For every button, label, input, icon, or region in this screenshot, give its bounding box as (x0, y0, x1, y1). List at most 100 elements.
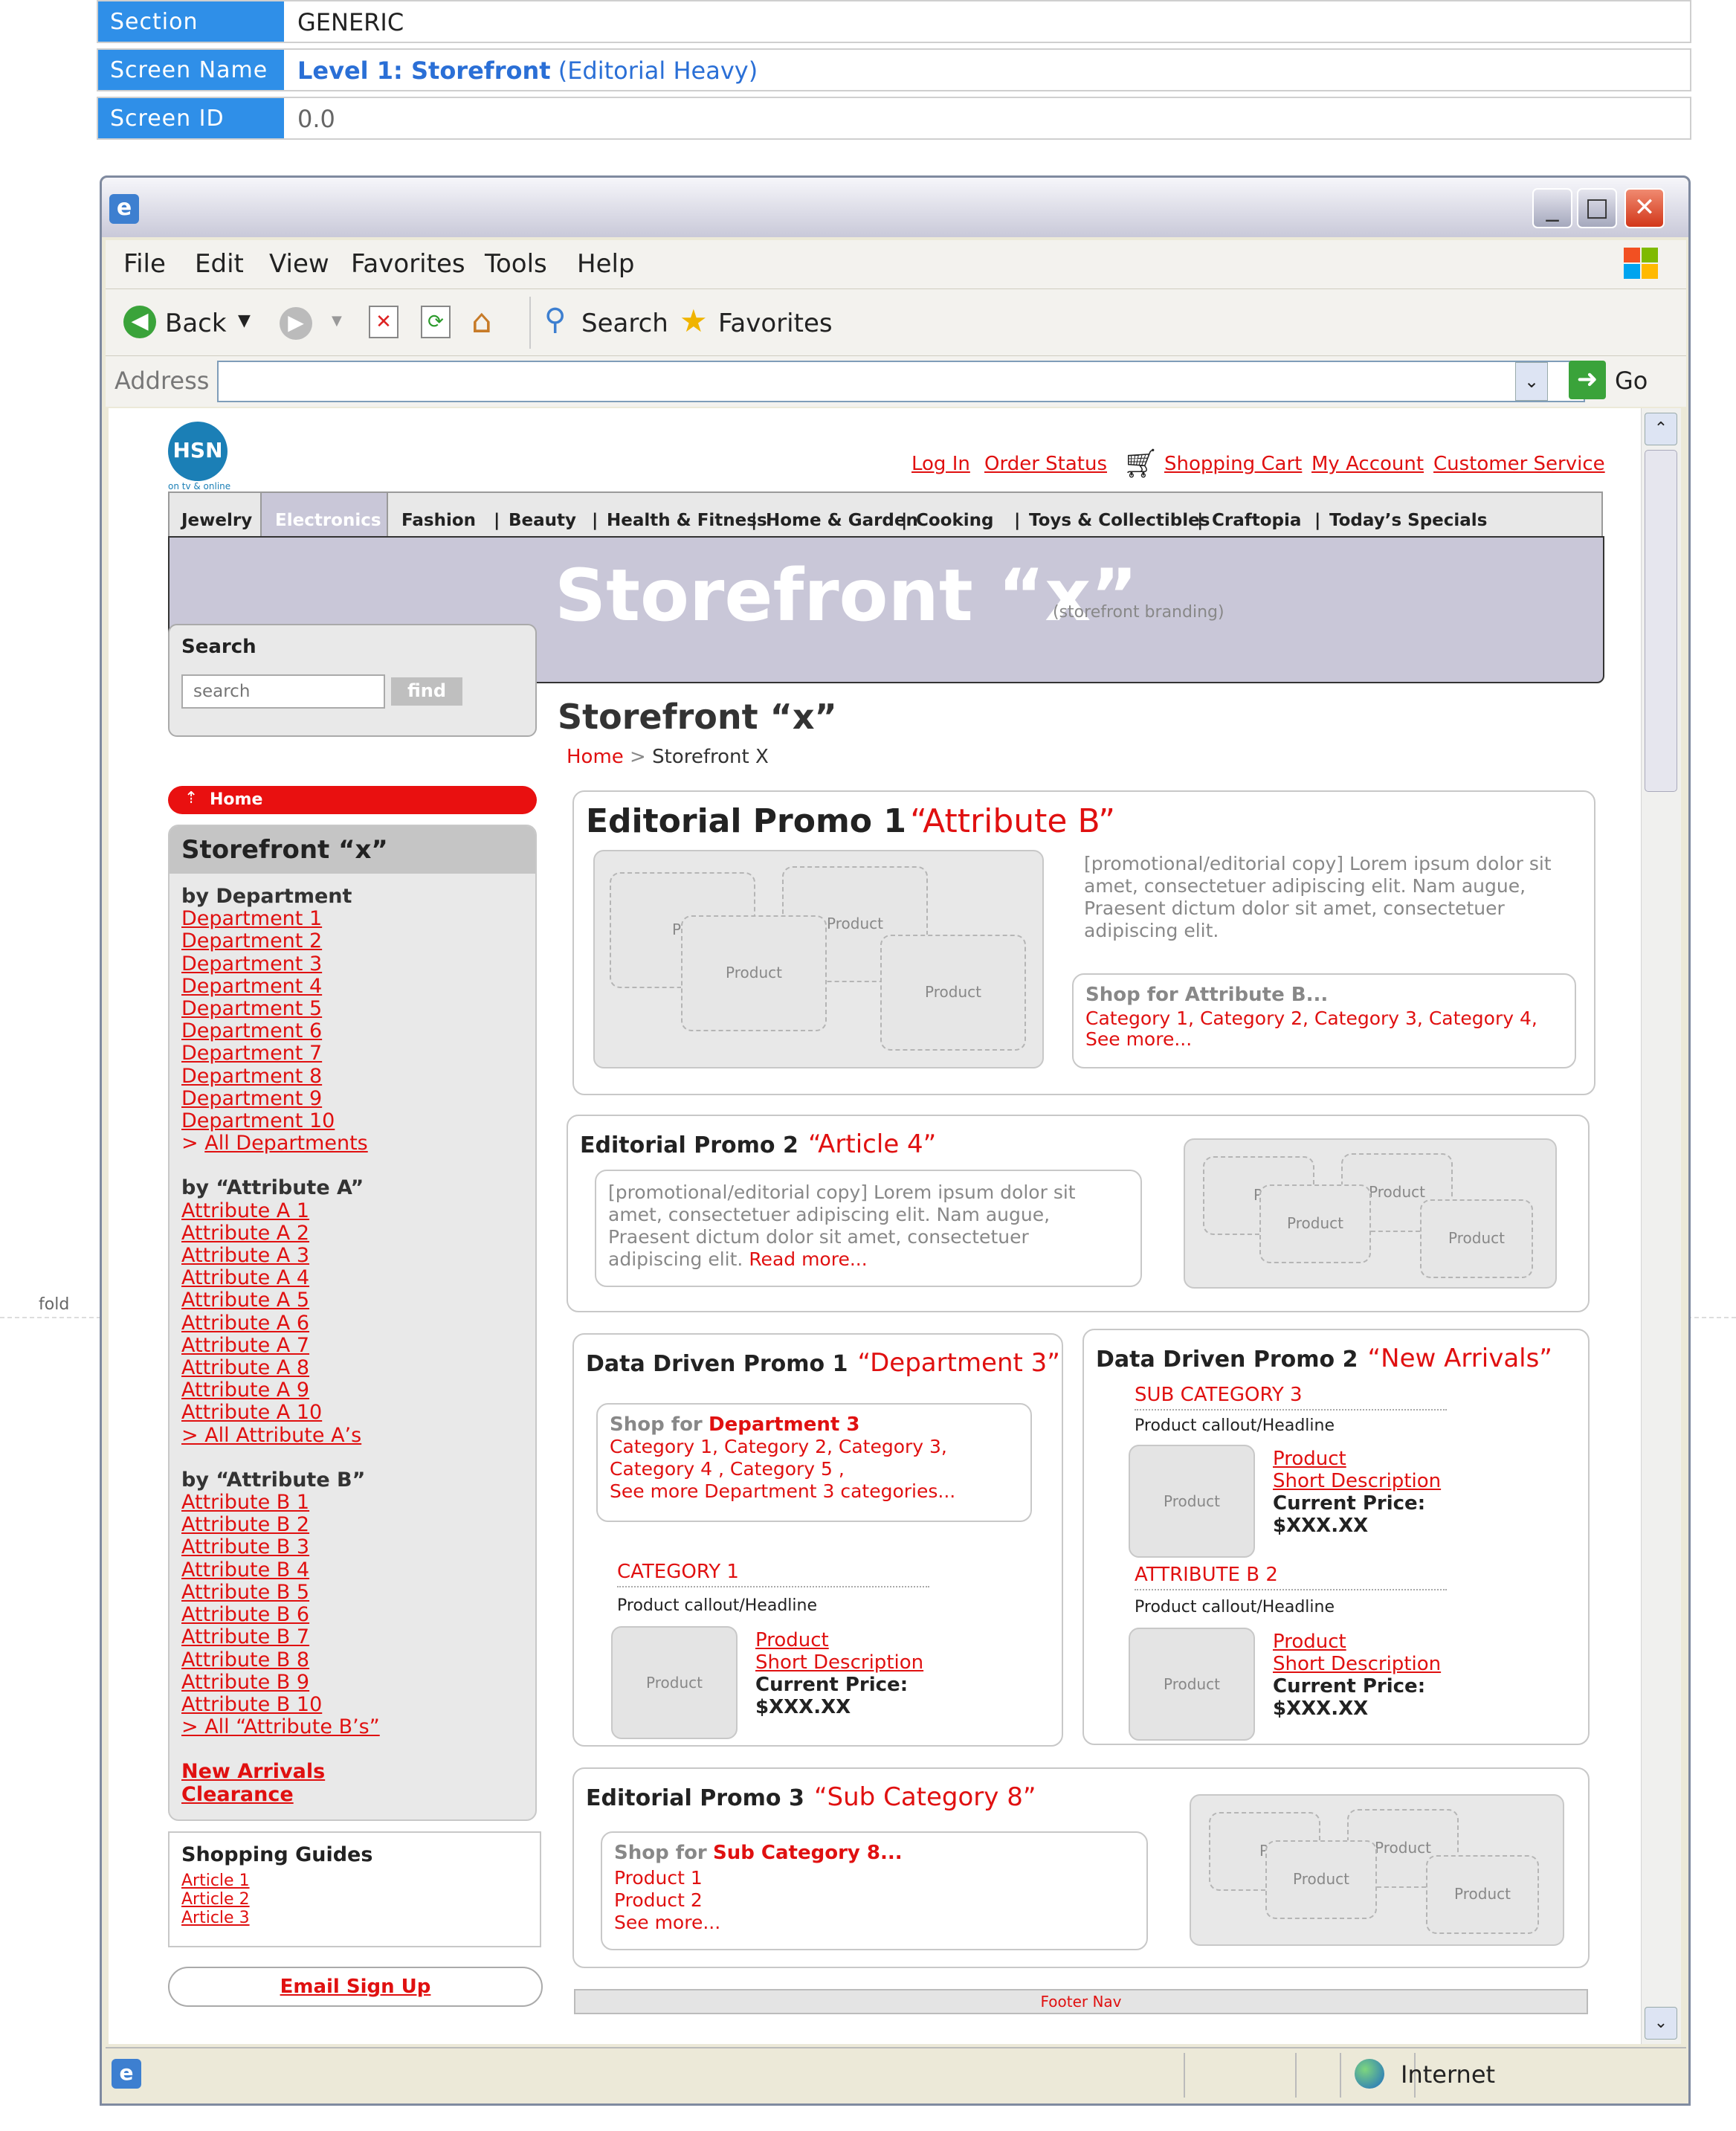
department-link[interactable]: Department 1 (181, 908, 380, 930)
attribute-a-link[interactable]: Attribute A 9 (181, 1379, 380, 1402)
product-tile[interactable]: Product (1420, 1199, 1533, 1278)
attribute-b-link[interactable]: Attribute B 4 (181, 1558, 380, 1582)
email-signup-button[interactable]: Email Sign Up (168, 1967, 543, 2007)
my-account-link[interactable]: My Account (1311, 453, 1424, 475)
promo3-product-1-link[interactable]: Product 1 (614, 1867, 720, 1889)
dd1-see-more-link[interactable]: See more Department 3 categories... (610, 1480, 955, 1503)
attribute-b-link[interactable]: Attribute B 1 (181, 1491, 380, 1514)
tab-home-garden[interactable]: Home & Garden (766, 511, 918, 530)
all-attribute-b-link[interactable]: > All “Attribute B’s” (181, 1715, 380, 1738)
favorites-button-label[interactable]: Favorites (718, 309, 833, 338)
menu-file[interactable]: File (123, 249, 166, 279)
forward-icon[interactable]: ▶ (280, 307, 312, 340)
dd1-product-image[interactable]: Product (611, 1626, 738, 1739)
dd1-categories-line-1[interactable]: Category 1, Category 2, Category 3, (610, 1436, 955, 1458)
dd1-shop-department-link[interactable]: Department 3 (709, 1413, 859, 1436)
article-link[interactable]: Article 1 (181, 1872, 250, 1890)
department-link[interactable]: Department 10 (181, 1109, 380, 1132)
scroll-up-icon[interactable]: ⌃ (1645, 413, 1677, 445)
dd2-product-link-2[interactable]: Product (1273, 1631, 1441, 1653)
go-arrow-icon[interactable]: ➜ (1569, 361, 1606, 399)
footer-nav[interactable]: Footer Nav (574, 1989, 1588, 2014)
maximize-button[interactable]: □ (1577, 188, 1617, 228)
attribute-b-link[interactable]: Attribute B 8 (181, 1648, 380, 1671)
tab-electronics[interactable]: Electronics (260, 491, 388, 541)
product-tile[interactable]: Product (880, 935, 1026, 1051)
department-link[interactable]: Department 7 (181, 1042, 380, 1065)
clearance-link[interactable]: Clearance (181, 1783, 380, 1806)
find-button[interactable]: find (391, 677, 462, 706)
scroll-down-icon[interactable]: ⌄ (1645, 2007, 1677, 2040)
refresh-icon[interactable]: ⟳ (421, 306, 451, 338)
tab-jewelry[interactable]: Jewelry (181, 511, 252, 530)
tab-craftopia[interactable]: Craftopia (1212, 511, 1301, 530)
department-link[interactable]: Department 9 (181, 1087, 380, 1110)
address-dropdown-icon[interactable]: ⌄ (1515, 362, 1548, 401)
attribute-b-link[interactable]: Attribute B 9 (181, 1671, 380, 1694)
all-departments-link[interactable]: All Departments (204, 1132, 368, 1155)
article-link[interactable]: Article 2 (181, 1890, 250, 1909)
product-tile[interactable]: Product (1259, 1184, 1371, 1263)
promo2-read-more-link[interactable]: Read more... (749, 1248, 867, 1270)
stop-icon[interactable]: ✕ (369, 306, 398, 338)
dd1-categories-line-2[interactable]: Category 4 , Category 5 , (610, 1458, 955, 1480)
tab-todays-specials[interactable]: Today’s Specials (1329, 511, 1487, 530)
dd2-short-description-link-1[interactable]: Short Description (1273, 1470, 1441, 1492)
department-link[interactable]: Department 6 (181, 1020, 380, 1042)
attribute-b-link[interactable]: Attribute B 3 (181, 1536, 380, 1558)
article-link[interactable]: Article 3 (181, 1909, 250, 1927)
promo1-category-links[interactable]: Category 1, Category 2, Category 3, Cate… (1085, 1008, 1537, 1029)
favorites-star-icon[interactable]: ★ (680, 303, 708, 339)
new-arrivals-link[interactable]: New Arrivals (181, 1761, 380, 1783)
hsn-logo[interactable]: HSN (168, 422, 228, 481)
close-button[interactable]: ✕ (1624, 188, 1665, 228)
attribute-b-link[interactable]: Attribute B 10 (181, 1693, 380, 1716)
menu-help[interactable]: Help (577, 249, 635, 279)
scroll-thumb[interactable] (1645, 450, 1677, 792)
dd2-attribute-label[interactable]: ATTRIBUTE B 2 (1135, 1564, 1278, 1586)
attribute-a-link[interactable]: Attribute A 8 (181, 1356, 380, 1379)
menu-view[interactable]: View (269, 249, 329, 279)
attribute-a-link[interactable]: Attribute A 4 (181, 1267, 380, 1289)
product-tile[interactable]: Product (681, 915, 827, 1031)
department-link[interactable]: Department 5 (181, 997, 380, 1020)
go-label[interactable]: Go (1615, 367, 1648, 395)
department-link[interactable]: Department 4 (181, 975, 380, 998)
promo3-product-2-link[interactable]: Product 2 (614, 1889, 720, 1912)
menu-tools[interactable]: Tools (485, 249, 547, 279)
dd2-subcategory-label[interactable]: SUB CATEGORY 3 (1135, 1384, 1303, 1406)
tab-health-fitness[interactable]: Health & Fitness (607, 511, 767, 530)
search-icon[interactable]: ⚲ (544, 303, 566, 337)
attribute-a-link[interactable]: Attribute A 2 (181, 1222, 380, 1245)
promo1-see-more-link[interactable]: See more... (1085, 1028, 1192, 1050)
department-link[interactable]: Department 2 (181, 930, 380, 952)
vertical-scrollbar[interactable]: ⌃ ⌄ (1641, 408, 1681, 2044)
dd2-product-link-1[interactable]: Product (1273, 1448, 1441, 1470)
dd1-product-link[interactable]: Product (755, 1629, 923, 1651)
home-icon[interactable]: ⌂ (471, 303, 492, 341)
back-dropdown-icon[interactable]: ▼ (238, 312, 251, 330)
tab-fashion[interactable]: Fashion (401, 511, 476, 530)
attribute-b-link[interactable]: Attribute B 2 (181, 1514, 380, 1536)
address-input[interactable] (217, 361, 1585, 402)
all-attribute-a-link[interactable]: > All Attribute A’s (181, 1424, 380, 1447)
attribute-b-link[interactable]: Attribute B 6 (181, 1603, 380, 1626)
home-pill-button[interactable]: ⇡ Home (168, 786, 537, 814)
tab-beauty[interactable]: Beauty (509, 511, 576, 530)
menu-edit[interactable]: Edit (195, 249, 244, 279)
attribute-a-link[interactable]: Attribute A 3 (181, 1244, 380, 1267)
shopping-cart-icon[interactable]: 🛒︎ (1123, 447, 1158, 480)
attribute-b-link[interactable]: Attribute B 7 (181, 1626, 380, 1648)
dd1-short-description-link[interactable]: Short Description (755, 1651, 923, 1674)
dd1-category-label[interactable]: CATEGORY 1 (617, 1561, 739, 1583)
search-button-label[interactable]: Search (581, 309, 668, 338)
attribute-a-link[interactable]: Attribute A 5 (181, 1289, 380, 1312)
tab-toys-collectibles[interactable]: Toys & Collectibles (1029, 511, 1210, 530)
dd2-product-image-1[interactable]: Product (1129, 1445, 1255, 1558)
customer-service-link[interactable]: Customer Service (1433, 453, 1605, 475)
breadcrumb-home-link[interactable]: Home (567, 746, 624, 768)
tab-cooking[interactable]: Cooking (916, 511, 994, 530)
search-input[interactable] (181, 674, 385, 709)
menu-favorites[interactable]: Favorites (351, 249, 465, 279)
dd2-short-description-link-2[interactable]: Short Description (1273, 1653, 1441, 1675)
